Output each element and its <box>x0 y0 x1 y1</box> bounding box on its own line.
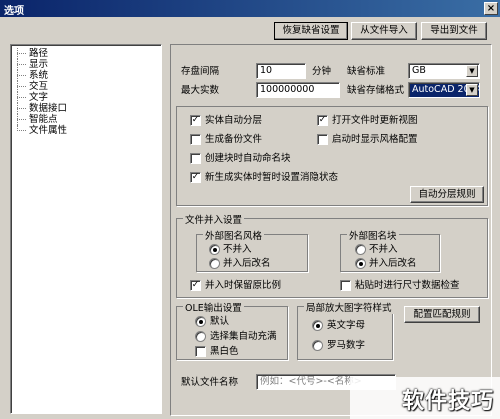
tree-item-path[interactable]: 路径 <box>15 48 161 59</box>
style-no-merge-radio[interactable] <box>209 244 220 255</box>
block-no-merge-label: 不并入 <box>369 244 398 255</box>
ole-auto-fill-radio[interactable] <box>195 331 206 342</box>
file-merge-title: 文件并入设置 <box>183 212 245 226</box>
new-solid-hidden-checkbox[interactable]: ✓ <box>190 172 201 183</box>
latin-letters-label: 英文字母 <box>327 320 366 331</box>
tree-item-smart-point[interactable]: 智能点 <box>15 114 161 125</box>
watermark-text: 软件技巧 <box>401 389 494 414</box>
backup-file-checkbox[interactable] <box>190 134 201 145</box>
backup-file-label: 生成备份文件 <box>205 134 263 145</box>
default-save-format-label: 缺省存储格式 <box>347 85 405 96</box>
tree-item-data-interface[interactable]: 数据接口 <box>15 103 161 114</box>
default-filename-label: 默认文件名称 <box>181 377 239 388</box>
default-standard-select[interactable]: GB ▼ <box>408 63 480 79</box>
local-zoom-style-title: 局部放大图字符样式 <box>304 300 394 314</box>
default-save-format-select[interactable]: AutoCAD 2004 ▼ <box>408 82 480 98</box>
block-merge-rename-radio[interactable] <box>355 258 366 269</box>
open-refresh-checkbox[interactable]: ✓ <box>317 115 328 126</box>
ole-default-radio[interactable] <box>195 316 206 327</box>
tree-item-file-properties[interactable]: 文件属性 <box>15 125 161 136</box>
ole-auto-fill-label: 选择集自动充满 <box>210 331 277 342</box>
style-check-label: 启动时显示风格配置 <box>332 134 418 145</box>
tree-item-text[interactable]: 文字 <box>15 92 161 103</box>
paste-check-label: 粘贴时进行尺寸数据检查 <box>355 280 460 291</box>
auto-layer-rule-button[interactable]: 自动分层规则 <box>410 186 484 203</box>
keep-scale-checkbox[interactable]: ✓ <box>190 280 201 291</box>
external-block-title: 外部图名块 <box>347 228 399 242</box>
configure-match-rules-button[interactable]: 配置匹配规则 <box>404 306 480 323</box>
max-real-input[interactable]: 100000000 <box>256 82 340 98</box>
chevron-down-icon[interactable]: ▼ <box>466 65 478 77</box>
import-from-file-button[interactable]: 从文件导入 <box>351 22 417 40</box>
block-autoname-label: 创建块时自动命名块 <box>205 153 291 164</box>
ole-bw-checkbox[interactable] <box>195 346 206 357</box>
tree-item-system[interactable]: 系统 <box>15 70 161 81</box>
tree-item-interaction[interactable]: 交互 <box>15 81 161 92</box>
ole-bw-label: 黑白色 <box>210 346 239 357</box>
style-merge-rename-radio[interactable] <box>209 258 220 269</box>
save-interval-label: 存盘间隔 <box>181 66 220 77</box>
restore-defaults-button[interactable]: 恢复缺省设置 <box>274 22 348 40</box>
keep-scale-label: 并入时保留原比例 <box>205 280 282 291</box>
block-no-merge-radio[interactable] <box>355 244 366 255</box>
block-merge-rename-label: 并入后改名 <box>369 258 417 269</box>
paste-check-checkbox[interactable] <box>340 280 351 291</box>
save-interval-unit: 分钟 <box>312 66 332 77</box>
style-merge-rename-label: 并入后改名 <box>223 258 271 269</box>
ole-default-label: 默认 <box>210 316 230 327</box>
export-to-file-button[interactable]: 导出到文件 <box>421 22 487 40</box>
roman-numerals-radio[interactable] <box>312 340 323 351</box>
external-style-title: 外部图名风格 <box>203 228 265 242</box>
block-autoname-checkbox[interactable] <box>190 153 201 164</box>
chevron-down-icon[interactable]: ▼ <box>466 84 478 96</box>
style-no-merge-label: 不并入 <box>223 244 252 255</box>
save-interval-input[interactable]: 10 <box>256 63 306 79</box>
auto-layer-checkbox[interactable]: ✓ <box>190 115 201 126</box>
max-real-label: 最大实数 <box>181 85 220 96</box>
latin-letters-radio[interactable] <box>312 320 323 331</box>
open-refresh-label: 打开文件时更新视图 <box>332 115 418 126</box>
close-button[interactable]: × <box>484 2 498 15</box>
new-solid-hidden-label: 新生成实体时暂时设置消隐状态 <box>205 172 339 183</box>
ole-output-title: OLE输出设置 <box>183 300 244 314</box>
default-standard-label: 缺省标准 <box>347 66 386 77</box>
auto-layer-label: 实体自动分层 <box>205 115 263 126</box>
title-bar: 选项 <box>0 0 500 17</box>
style-check-checkbox[interactable] <box>317 134 328 145</box>
tree-item-display[interactable]: 显示 <box>15 59 161 70</box>
window-title: 选项 <box>4 6 24 17</box>
category-tree[interactable]: 路径 显示 系统 交互 文字 数据接口 智能点 文件属性 <box>10 44 162 414</box>
roman-numerals-label: 罗马数字 <box>327 340 366 351</box>
